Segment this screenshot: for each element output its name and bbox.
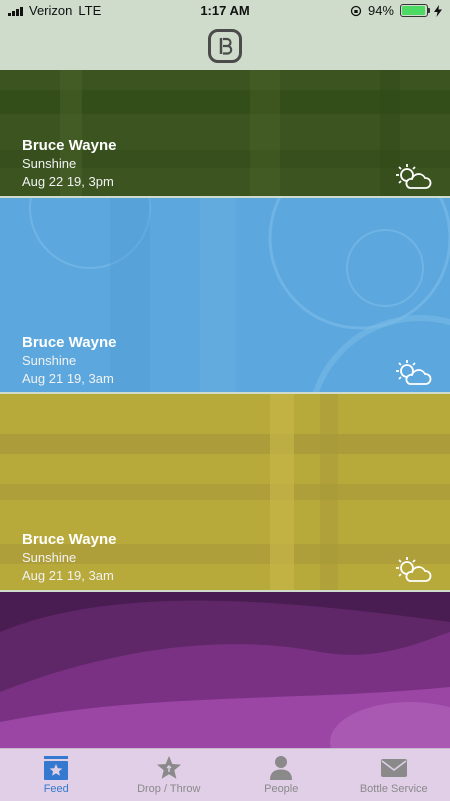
tab-label: People [225, 783, 338, 795]
charging-bolt-icon [434, 5, 442, 17]
feed-card[interactable]: Bruce Wayne Sunshine Aug 21 19, 3am [0, 394, 450, 590]
tab-drop-throw[interactable]: Drop / Throw [113, 749, 226, 801]
logo-b-icon [215, 36, 235, 56]
post-subtitle: Sunshine [22, 156, 76, 171]
post-date: Aug 21 19, 3am [22, 371, 114, 386]
feed-star-icon [42, 755, 70, 781]
post-subtitle: Sunshine [22, 353, 76, 368]
status-bar: Verizon LTE 1:17 AM 94% [0, 0, 450, 22]
post-author: Bruce Wayne [22, 137, 116, 154]
post-author: Bruce Wayne [22, 531, 116, 548]
card-pattern [0, 592, 450, 748]
app-logo[interactable] [208, 29, 242, 63]
battery-percent: 94% [368, 3, 394, 18]
tab-feed[interactable]: Feed [0, 749, 113, 801]
status-right: 94% [350, 3, 442, 18]
tab-bottle-service[interactable]: Bottle Service [338, 749, 450, 801]
tab-label: Feed [0, 783, 113, 795]
post-subtitle: Sunshine [22, 550, 76, 565]
feed-card[interactable]: Bruce Wayne Sunshine Aug 21 19, 3am [0, 198, 450, 392]
mail-icon [380, 755, 408, 781]
tab-label: Drop / Throw [113, 783, 226, 795]
orientation-lock-icon [350, 5, 362, 17]
battery-icon [400, 4, 428, 17]
post-date: Aug 21 19, 3am [22, 568, 114, 583]
tab-bar: Feed Drop / Throw People Bottle Service [0, 748, 450, 801]
post-author: Bruce Wayne [22, 334, 116, 351]
app-header [0, 22, 450, 70]
partly-cloudy-icon [394, 162, 432, 192]
star-drop-icon [155, 755, 183, 781]
person-icon [267, 755, 295, 781]
tab-people[interactable]: People [225, 749, 338, 801]
partly-cloudy-icon [394, 555, 432, 585]
post-date: Aug 22 19, 3pm [22, 174, 114, 189]
partly-cloudy-icon [394, 358, 432, 388]
feed-card[interactable] [0, 592, 450, 748]
feed-card[interactable]: Bruce Wayne Sunshine Aug 22 19, 3pm [0, 70, 450, 196]
tab-label: Bottle Service [338, 783, 450, 795]
